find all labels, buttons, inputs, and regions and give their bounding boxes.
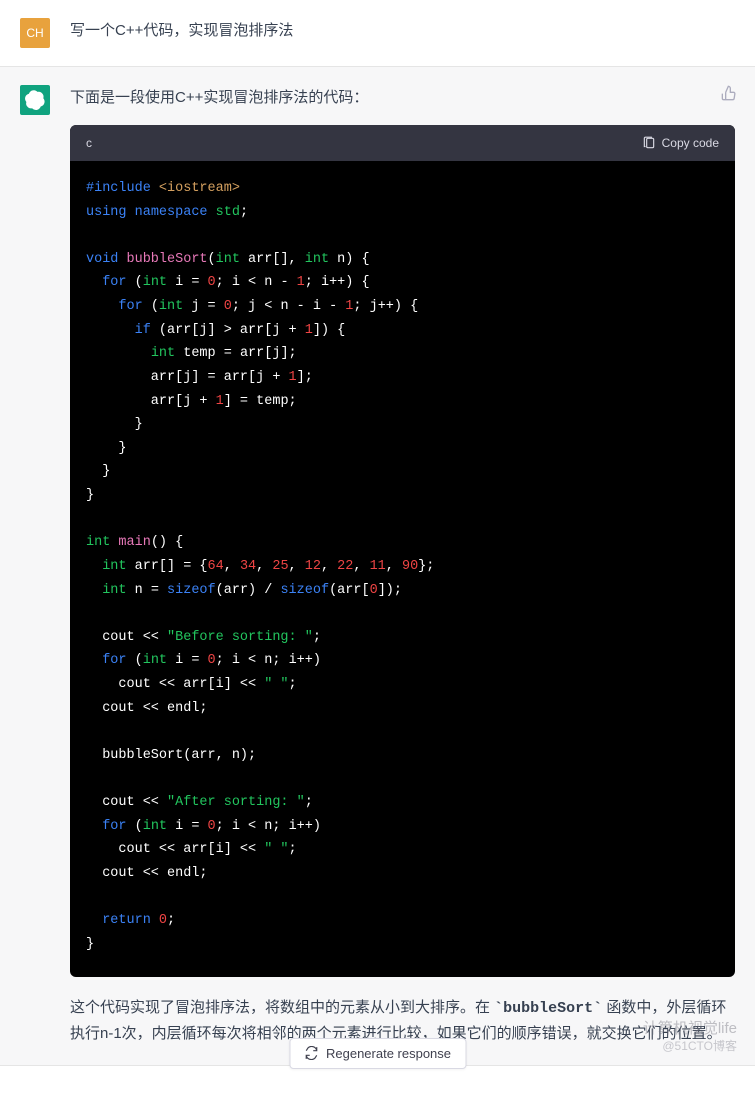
code-content[interactable]: #include <iostream> using namespace std;… [70,161,735,977]
user-prompt: 写一个C++代码，实现冒泡排序法 [70,18,735,48]
user-message: CH 写一个C++代码，实现冒泡排序法 [0,0,755,67]
refresh-icon [304,1046,318,1060]
user-avatar: CH [20,18,50,48]
assistant-avatar [20,85,50,115]
clipboard-icon [642,136,656,150]
copy-code-label: Copy code [662,133,719,153]
thumbs-up-button[interactable] [721,85,737,106]
code-header: c Copy code [70,125,735,161]
inline-code: `bubbleSort` [494,1000,602,1017]
assistant-content: 下面是一段使用C++实现冒泡排序法的代码： c Copy code #inclu… [70,85,735,1047]
regenerate-button[interactable]: Regenerate response [289,1038,466,1069]
thumbs-up-icon [721,85,737,101]
assistant-intro: 下面是一段使用C++实现冒泡排序法的代码： [70,85,735,111]
copy-code-button[interactable]: Copy code [642,133,719,153]
regenerate-label: Regenerate response [326,1046,451,1061]
code-lang-label: c [86,133,92,153]
code-block: c Copy code #include <iostream> using na… [70,125,735,977]
assistant-message: 下面是一段使用C++实现冒泡排序法的代码： c Copy code #inclu… [0,67,755,1066]
